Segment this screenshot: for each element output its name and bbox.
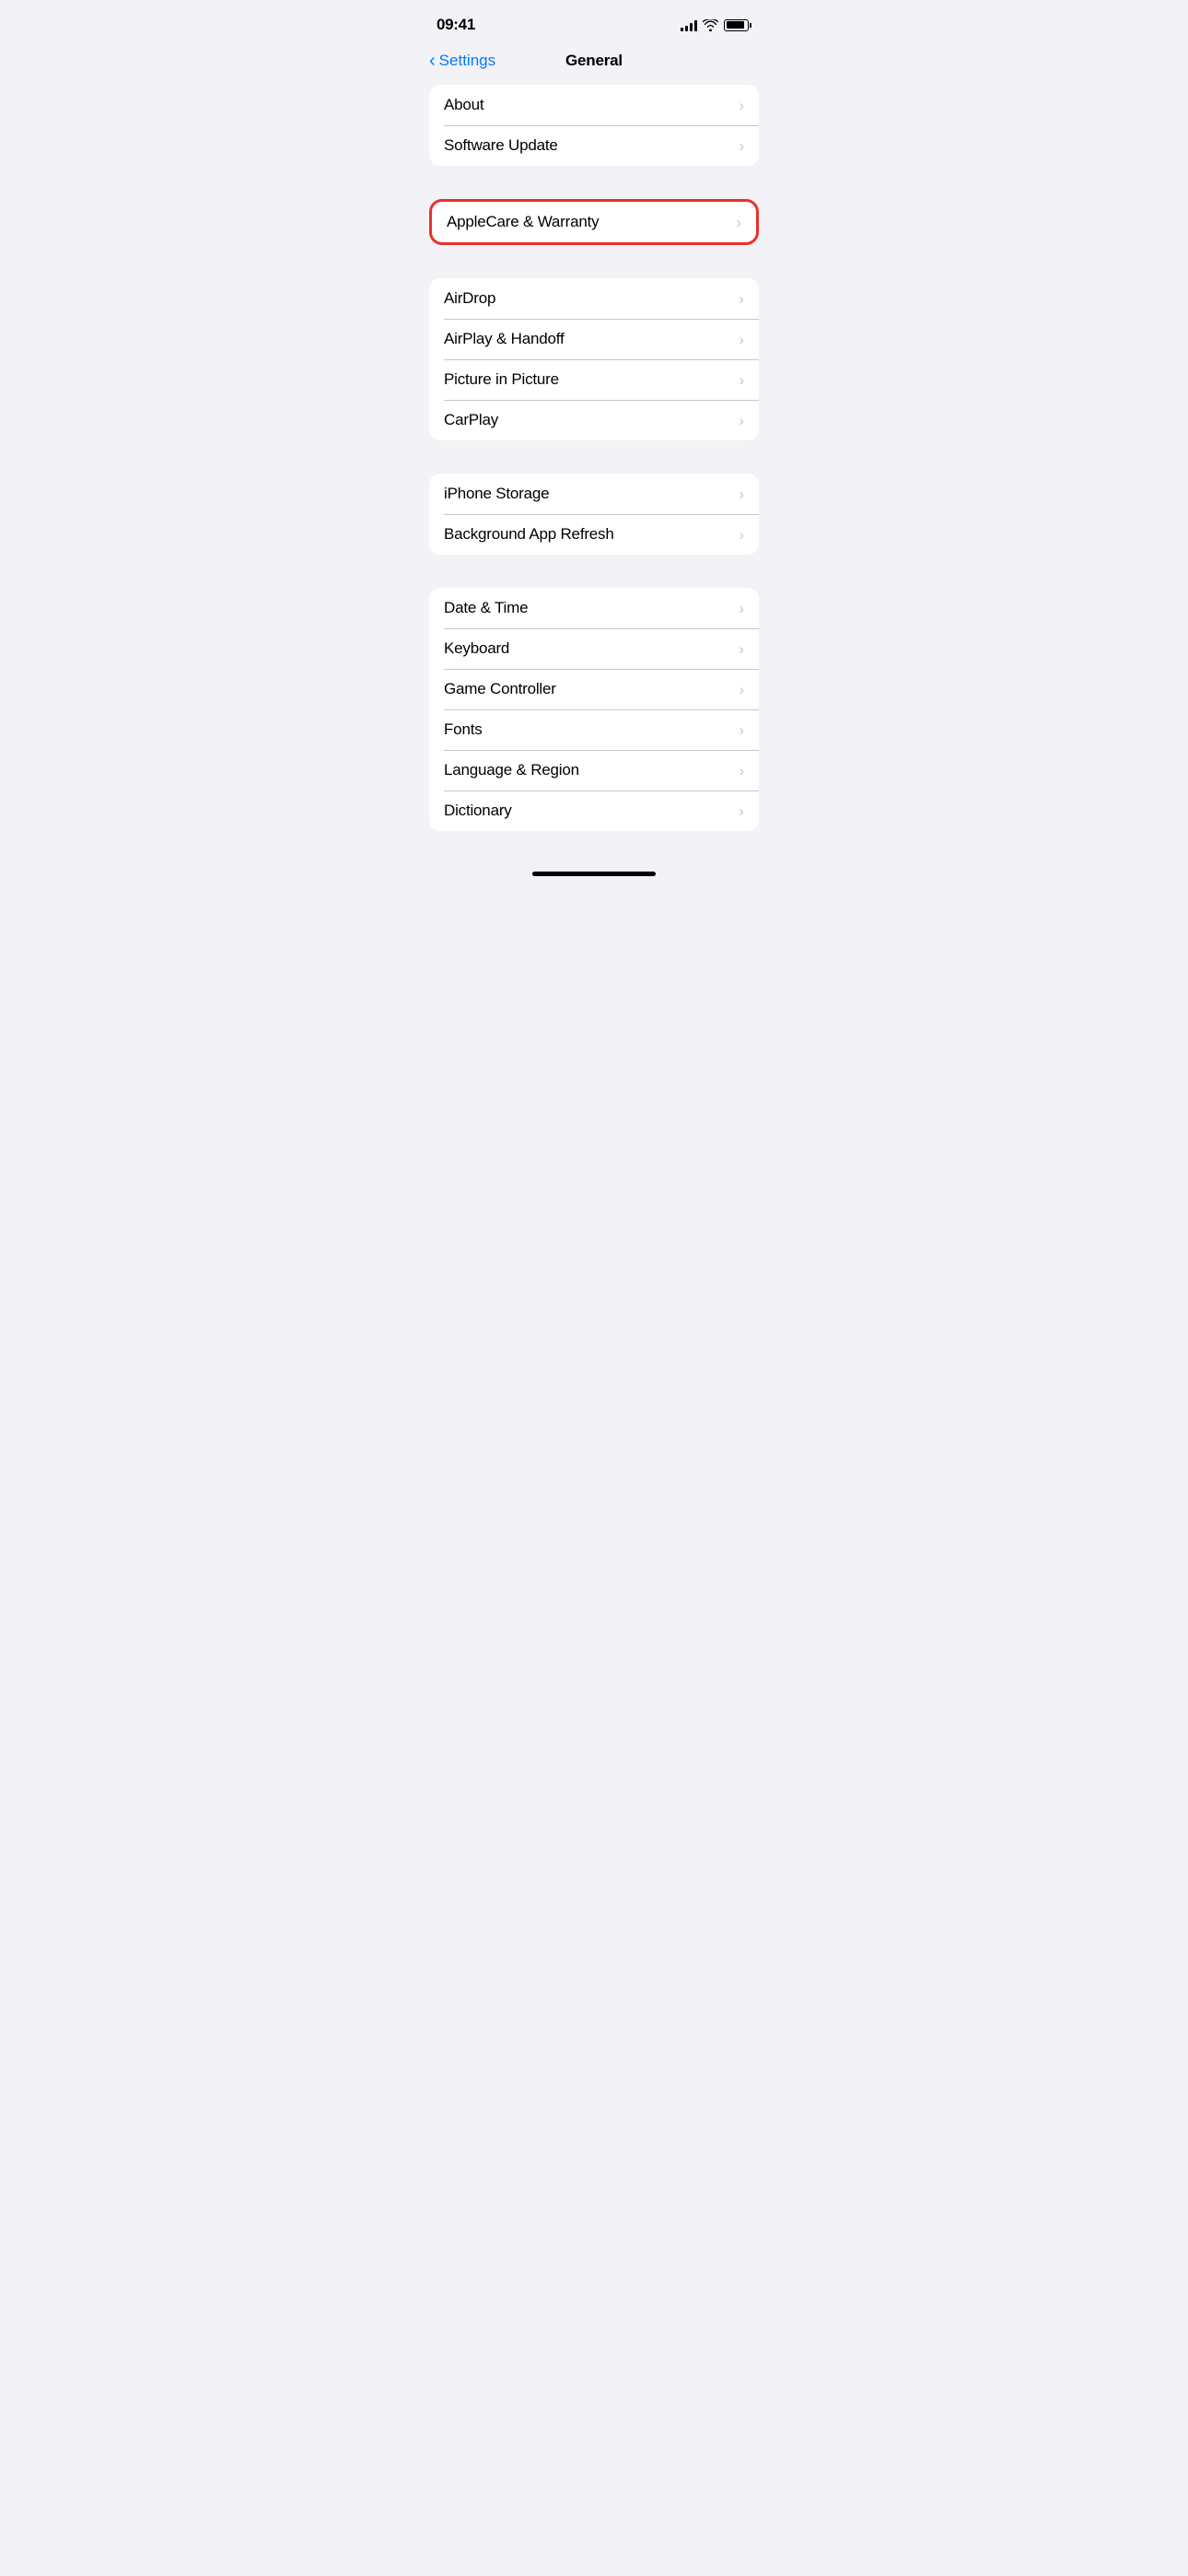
keyboard-chevron-icon: › bbox=[739, 641, 744, 657]
wifi-icon bbox=[703, 19, 718, 31]
signal-bar-3 bbox=[690, 23, 693, 31]
language-region-label: Language & Region bbox=[444, 761, 579, 779]
keyboard-item[interactable]: Keyboard › bbox=[429, 628, 759, 669]
date-time-item[interactable]: Date & Time › bbox=[429, 588, 759, 628]
status-bar: 09:41 bbox=[414, 0, 774, 44]
software-update-label: Software Update bbox=[444, 136, 558, 155]
dictionary-label: Dictionary bbox=[444, 802, 512, 820]
status-icons bbox=[681, 19, 751, 31]
page-title: General bbox=[565, 52, 623, 70]
nav-header: ‹ Settings General bbox=[414, 44, 774, 85]
applecare-section: AppleCare & Warranty › bbox=[429, 199, 759, 245]
airdrop-item[interactable]: AirDrop › bbox=[429, 278, 759, 319]
iphone-storage-item[interactable]: iPhone Storage › bbox=[429, 474, 759, 514]
language-chevron-icon: › bbox=[739, 763, 744, 779]
carplay-label: CarPlay bbox=[444, 411, 498, 429]
section-3: iPhone Storage › Background App Refresh … bbox=[429, 474, 759, 555]
airplay-handoff-label: AirPlay & Handoff bbox=[444, 330, 564, 348]
section-4: Date & Time › Keyboard › Game Controller… bbox=[429, 588, 759, 831]
section-2: AirDrop › AirPlay & Handoff › Picture in… bbox=[429, 278, 759, 440]
content: About › Software Update › AppleCare & Wa… bbox=[414, 85, 774, 831]
picture-in-picture-item[interactable]: Picture in Picture › bbox=[429, 359, 759, 400]
fonts-label: Fonts bbox=[444, 720, 483, 739]
storage-chevron-icon: › bbox=[739, 486, 744, 502]
back-chevron-icon: ‹ bbox=[429, 52, 436, 70]
game-controller-item[interactable]: Game Controller › bbox=[429, 669, 759, 709]
fonts-chevron-icon: › bbox=[739, 722, 744, 738]
date-time-chevron-icon: › bbox=[739, 601, 744, 616]
applecare-label: AppleCare & Warranty bbox=[447, 213, 599, 231]
game-controller-label: Game Controller bbox=[444, 680, 556, 698]
about-chevron-icon: › bbox=[739, 98, 744, 113]
back-button[interactable]: ‹ Settings bbox=[429, 52, 495, 70]
dictionary-chevron-icon: › bbox=[739, 803, 744, 819]
status-time: 09:41 bbox=[437, 16, 475, 34]
keyboard-label: Keyboard bbox=[444, 639, 509, 658]
airplay-handoff-item[interactable]: AirPlay & Handoff › bbox=[429, 319, 759, 359]
carplay-item[interactable]: CarPlay › bbox=[429, 400, 759, 440]
signal-bar-4 bbox=[694, 20, 697, 31]
software-update-item[interactable]: Software Update › bbox=[429, 125, 759, 166]
language-region-item[interactable]: Language & Region › bbox=[429, 750, 759, 790]
back-label: Settings bbox=[439, 52, 495, 70]
picture-in-picture-label: Picture in Picture bbox=[444, 370, 559, 389]
airdrop-label: AirDrop bbox=[444, 289, 495, 308]
applecare-item[interactable]: AppleCare & Warranty › bbox=[432, 202, 756, 242]
pip-chevron-icon: › bbox=[739, 372, 744, 388]
game-controller-chevron-icon: › bbox=[739, 682, 744, 697]
about-label: About bbox=[444, 96, 483, 114]
home-bar bbox=[532, 872, 656, 876]
section-1: About › Software Update › bbox=[429, 85, 759, 166]
about-item[interactable]: About › bbox=[429, 85, 759, 125]
date-time-label: Date & Time bbox=[444, 599, 528, 617]
iphone-storage-label: iPhone Storage bbox=[444, 485, 549, 503]
airplay-chevron-icon: › bbox=[739, 332, 744, 347]
dictionary-item[interactable]: Dictionary › bbox=[429, 790, 759, 831]
software-update-chevron-icon: › bbox=[739, 138, 744, 154]
bar-chevron-icon: › bbox=[739, 527, 744, 543]
signal-bars-icon bbox=[681, 19, 697, 31]
battery-icon bbox=[724, 19, 751, 31]
signal-bar-1 bbox=[681, 28, 683, 31]
carplay-chevron-icon: › bbox=[739, 413, 744, 428]
background-app-refresh-item[interactable]: Background App Refresh › bbox=[429, 514, 759, 555]
applecare-chevron-icon: › bbox=[736, 215, 741, 230]
background-app-refresh-label: Background App Refresh bbox=[444, 525, 614, 544]
fonts-item[interactable]: Fonts › bbox=[429, 709, 759, 750]
home-indicator bbox=[414, 864, 774, 884]
signal-bar-2 bbox=[685, 26, 688, 31]
airdrop-chevron-icon: › bbox=[739, 291, 744, 307]
